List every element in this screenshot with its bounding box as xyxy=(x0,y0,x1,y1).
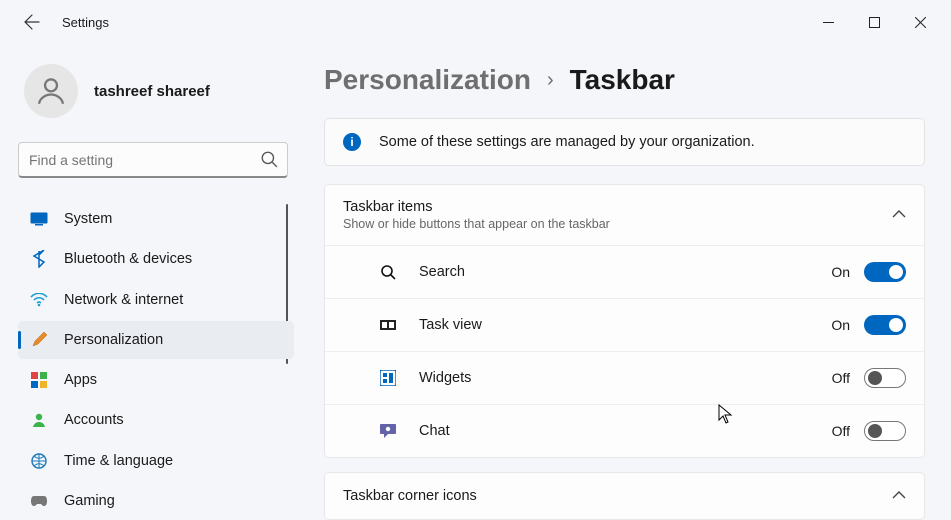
chevron-up-icon xyxy=(892,206,906,224)
banner-text: Some of these settings are managed by yo… xyxy=(379,134,755,150)
wifi-icon xyxy=(30,293,48,307)
section-title: Taskbar items xyxy=(343,199,610,215)
search-input[interactable] xyxy=(18,142,288,178)
page-title: Taskbar xyxy=(570,64,675,96)
sidebar-item-label: Time & language xyxy=(64,453,173,469)
sidebar: tashreef shareef System Bluetooth & devi… xyxy=(0,44,304,520)
system-icon xyxy=(30,212,48,226)
app-title: Settings xyxy=(62,15,109,30)
search-toggle[interactable] xyxy=(864,262,906,282)
section-subtitle: Show or hide buttons that appear on the … xyxy=(343,217,610,231)
chevron-right-icon: › xyxy=(547,69,554,92)
row-search: Search On xyxy=(325,245,924,298)
row-label: Search xyxy=(419,264,465,280)
taskbar-corner-icons-section: Taskbar corner icons xyxy=(324,472,925,520)
breadcrumb: Personalization › Taskbar xyxy=(324,64,925,96)
close-button[interactable] xyxy=(897,6,943,38)
row-label: Chat xyxy=(419,423,450,439)
task-view-icon xyxy=(377,318,399,332)
sidebar-item-label: Gaming xyxy=(64,493,115,509)
row-task-view: Task view On xyxy=(325,298,924,351)
search-icon xyxy=(260,150,278,173)
sidebar-item-personalization[interactable]: Personalization xyxy=(18,321,294,359)
search-icon xyxy=(377,264,399,280)
maximize-icon xyxy=(869,17,880,28)
user-name: tashreef shareef xyxy=(94,83,210,100)
chat-toggle[interactable] xyxy=(864,421,906,441)
avatar xyxy=(24,64,78,118)
sidebar-item-gaming[interactable]: Gaming xyxy=(18,482,294,520)
minimize-button[interactable] xyxy=(805,6,851,38)
sidebar-item-time-language[interactable]: Time & language xyxy=(18,442,294,480)
section-title: Taskbar corner icons xyxy=(343,488,477,504)
sidebar-item-network[interactable]: Network & internet xyxy=(18,281,294,319)
breadcrumb-parent[interactable]: Personalization xyxy=(324,64,531,96)
nav: System Bluetooth & devices Network & int… xyxy=(18,200,294,520)
sidebar-item-label: System xyxy=(64,211,112,227)
sidebar-item-accounts[interactable]: Accounts xyxy=(18,401,294,439)
sidebar-item-label: Bluetooth & devices xyxy=(64,251,192,267)
chevron-up-icon xyxy=(892,487,906,505)
chat-icon xyxy=(377,423,399,439)
row-widgets: Widgets Off xyxy=(325,351,924,404)
paintbrush-icon xyxy=(30,331,48,349)
search-box[interactable] xyxy=(18,142,288,178)
widgets-icon xyxy=(377,370,399,386)
taskbar-corner-icons-header[interactable]: Taskbar corner icons xyxy=(325,473,924,519)
toggle-state: Off xyxy=(832,423,850,439)
person-icon xyxy=(34,74,68,108)
sidebar-item-label: Accounts xyxy=(64,412,124,428)
toggle-state: Off xyxy=(832,370,850,386)
maximize-button[interactable] xyxy=(851,6,897,38)
gaming-icon xyxy=(30,494,48,508)
sidebar-item-label: Network & internet xyxy=(64,292,183,308)
toggle-state: On xyxy=(831,317,850,333)
sidebar-item-bluetooth[interactable]: Bluetooth & devices xyxy=(18,240,294,278)
titlebar: Settings xyxy=(0,0,951,44)
taskbar-items-section: Taskbar items Show or hide buttons that … xyxy=(324,184,925,458)
sidebar-item-label: Apps xyxy=(64,372,97,388)
sidebar-item-label: Personalization xyxy=(64,332,163,348)
org-managed-banner: i Some of these settings are managed by … xyxy=(324,118,925,166)
row-label: Widgets xyxy=(419,370,471,386)
globe-icon xyxy=(30,453,48,469)
sidebar-item-system[interactable]: System xyxy=(18,200,294,238)
task-view-toggle[interactable] xyxy=(864,315,906,335)
profile[interactable]: tashreef shareef xyxy=(18,64,294,118)
minimize-icon xyxy=(823,17,834,28)
sidebar-item-apps[interactable]: Apps xyxy=(18,361,294,399)
apps-icon xyxy=(30,372,48,388)
back-button[interactable] xyxy=(16,6,48,38)
close-icon xyxy=(915,17,926,28)
row-label: Task view xyxy=(419,317,482,333)
row-chat: Chat Off xyxy=(325,404,924,457)
arrow-left-icon xyxy=(24,14,40,30)
taskbar-items-header[interactable]: Taskbar items Show or hide buttons that … xyxy=(325,185,924,245)
widgets-toggle[interactable] xyxy=(864,368,906,388)
info-icon: i xyxy=(343,133,361,151)
main-content: Personalization › Taskbar i Some of thes… xyxy=(304,44,951,520)
bluetooth-icon xyxy=(30,250,48,268)
toggle-state: On xyxy=(831,264,850,280)
accounts-icon xyxy=(30,412,48,428)
